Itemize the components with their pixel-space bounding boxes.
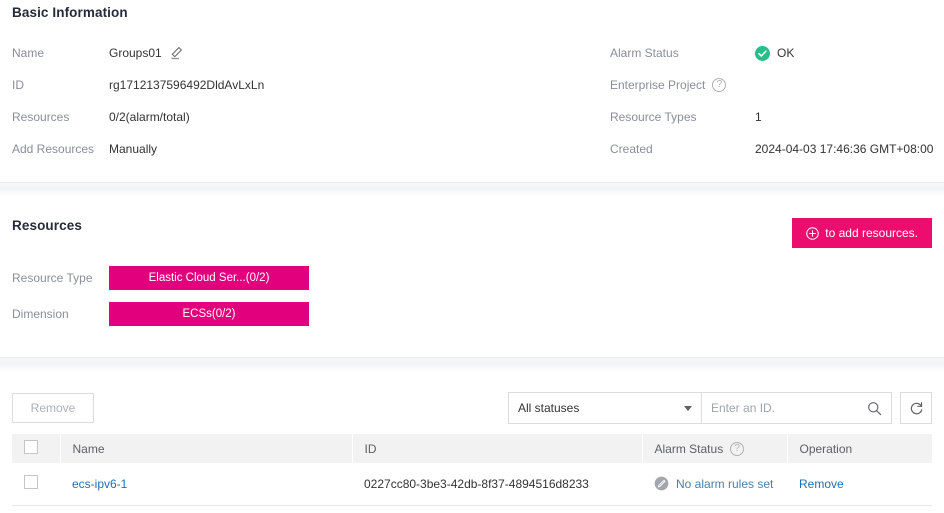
status-filter-selected-value: All statuses — [518, 401, 580, 415]
info-label-alarm-status: Alarm Status — [610, 46, 679, 60]
alarm-status-badge: No alarm rules set — [654, 476, 775, 491]
resources-rows: Resource Type Elastic Cloud Ser...(0/2) … — [12, 260, 309, 332]
search-input[interactable] — [711, 401, 866, 415]
info-value-resource-types: 1 — [755, 110, 762, 124]
basic-information-section: Basic Information Name Groups01 ID rg171… — [0, 0, 944, 182]
th-alarm-status-label: Alarm Status — [654, 441, 724, 456]
resources-title: Resources — [12, 218, 82, 233]
info-value-alarm-status: OK — [755, 44, 794, 62]
chevron-down-icon — [684, 406, 692, 411]
info-row-resource-types: Resource Types 1 — [610, 108, 944, 140]
info-label-created: Created — [610, 142, 653, 156]
th-alarm-status: Alarm Status ? — [642, 434, 788, 463]
resource-table-body: ecs-ipv6-1 0227cc80-3be3-42db-8f37-48945… — [12, 463, 932, 506]
cell-operation: Remove — [787, 463, 932, 506]
dimension-tag[interactable]: ECSs(0/2) — [109, 302, 309, 326]
info-value-created: 2024-04-03 17:46:36 GMT+08:00 — [755, 142, 934, 156]
resource-list-section: Remove All statuses Enter an ID. Name ID… — [0, 372, 944, 513]
group-name-text: Groups01 — [109, 46, 162, 60]
cell-alarm-status: No alarm rules set — [642, 463, 787, 506]
dimension-row: Dimension ECSs(0/2) — [12, 296, 309, 332]
resource-table: Name ID Alarm Status ? Operation ecs-ipv… — [12, 434, 932, 506]
section-divider-1 — [0, 182, 944, 196]
search-icon[interactable] — [867, 401, 882, 416]
enterprise-project-label-text: Enterprise Project — [610, 78, 706, 92]
th-alarm-status-inner: Alarm Status ? — [654, 441, 775, 456]
info-value-add-resources: Manually — [109, 142, 158, 156]
add-resources-button-label: to add resources. — [825, 226, 918, 240]
th-name: Name — [60, 434, 353, 463]
info-row-name: Name Groups01 — [12, 44, 572, 76]
resource-table-head: Name ID Alarm Status ? Operation — [12, 434, 932, 463]
status-filter-select[interactable]: All statuses — [508, 392, 702, 424]
ok-check-icon — [755, 45, 770, 61]
no-alarm-rules-icon — [654, 476, 669, 491]
help-icon[interactable]: ? — [730, 441, 745, 456]
info-label-name: Name — [12, 46, 45, 60]
info-value-name: Groups01 — [109, 44, 183, 62]
alarm-status-text: No alarm rules set — [676, 476, 774, 491]
refresh-button[interactable] — [900, 392, 932, 424]
cell-name: ecs-ipv6-1 — [60, 463, 352, 506]
remove-button[interactable]: Remove — [12, 393, 94, 423]
info-row-add-resources: Add Resources Manually — [12, 140, 572, 172]
basic-info-right-column: Alarm Status OK Enterprise Project ? Res… — [610, 44, 944, 172]
help-icon[interactable]: ? — [712, 78, 727, 92]
resource-name-link[interactable]: ecs-ipv6-1 — [72, 477, 127, 491]
pencil-icon[interactable] — [169, 46, 183, 60]
table-row: ecs-ipv6-1 0227cc80-3be3-42db-8f37-48945… — [12, 463, 932, 506]
resource-type-label: Resource Type — [12, 271, 93, 285]
resource-group-detail-page: Basic Information Name Groups01 ID rg171… — [0, 0, 944, 513]
info-value-resources: 0/2(alarm/total) — [109, 110, 190, 124]
resource-type-row: Resource Type Elastic Cloud Ser...(0/2) — [12, 260, 309, 296]
info-label-resource-types: Resource Types — [610, 110, 697, 124]
select-all-checkbox[interactable] — [24, 440, 38, 454]
info-row-resources: Resources 0/2(alarm/total) — [12, 108, 572, 140]
add-resources-button[interactable]: to add resources. — [792, 218, 932, 248]
resource-type-tag[interactable]: Elastic Cloud Ser...(0/2) — [109, 266, 309, 290]
th-id: ID — [352, 434, 643, 463]
alarm-status-text: OK — [777, 46, 795, 60]
dimension-label: Dimension — [12, 307, 69, 321]
row-checkbox[interactable] — [24, 475, 38, 490]
list-filters: All statuses — [508, 392, 932, 424]
cell-id: 0227cc80-3be3-42db-8f37-4894516d8233 — [352, 463, 642, 506]
info-label-add-resources: Add Resources — [12, 142, 95, 156]
info-row-alarm-status: Alarm Status OK — [610, 44, 944, 76]
table-header-row: Name ID Alarm Status ? Operation — [12, 434, 932, 463]
section-divider-2 — [0, 357, 944, 371]
info-label-enterprise-project: Enterprise Project ? — [610, 76, 755, 94]
info-row-created: Created 2024-04-03 17:46:36 GMT+08:00 — [610, 140, 944, 172]
info-row-id: ID rg1712137596492DldAvLxLn — [12, 76, 572, 108]
search-box — [702, 392, 892, 424]
th-operation: Operation — [787, 434, 932, 463]
info-label-id: ID — [12, 78, 24, 92]
basic-information-title: Basic Information — [12, 5, 128, 20]
cell-row-select — [12, 463, 60, 506]
info-row-enterprise-project: Enterprise Project ? — [610, 76, 944, 108]
row-remove-link[interactable]: Remove — [799, 477, 844, 491]
plus-circle-icon — [806, 226, 820, 240]
info-label-resources: Resources — [12, 110, 70, 124]
basic-info-left-column: Name Groups01 ID rg1712137596492DldAvLxL… — [12, 44, 572, 172]
info-value-id: rg1712137596492DldAvLxLn — [109, 78, 265, 92]
th-select-all — [12, 434, 61, 463]
